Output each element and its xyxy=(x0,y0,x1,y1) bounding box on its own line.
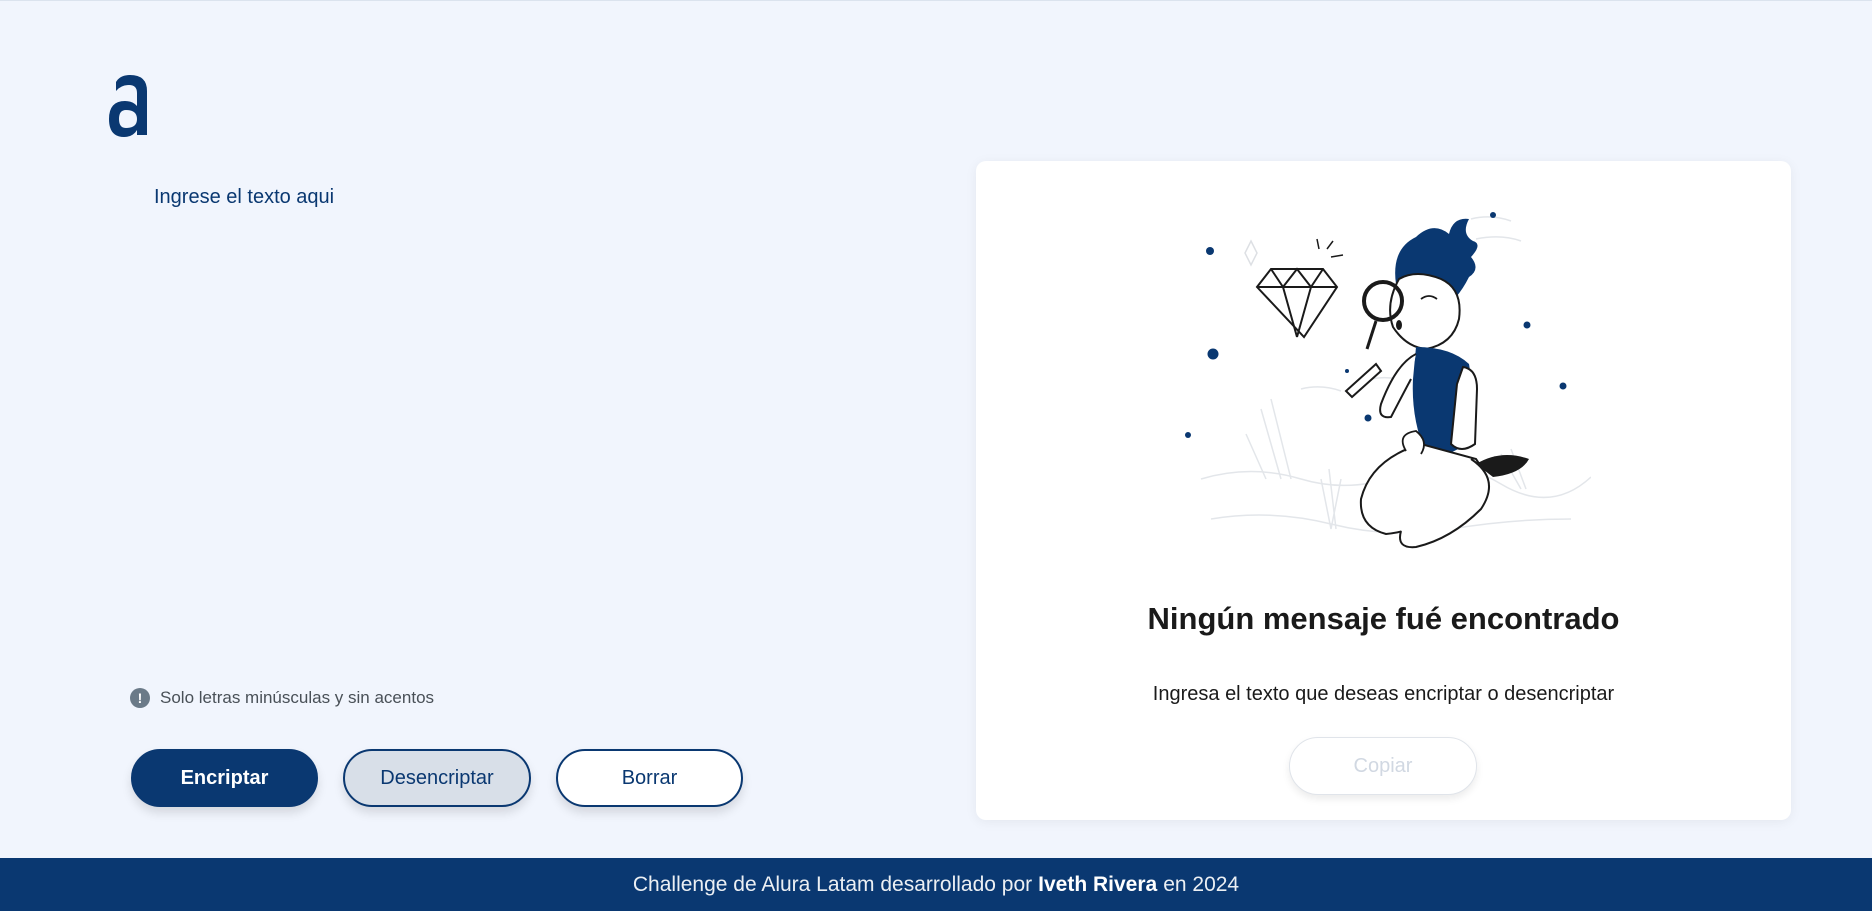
footer-suffix: en 2024 xyxy=(1163,872,1240,896)
footer-author: Iveth Rivera xyxy=(1038,872,1158,896)
hint-text: Solo letras minúsculas y sin acentos xyxy=(160,688,435,707)
exclamation-circle-icon: ! xyxy=(130,688,150,708)
no-message-title: Ningún mensaje fué encontrado xyxy=(1147,601,1620,636)
message-input[interactable] xyxy=(154,186,914,646)
footer: Challenge de Alura Latam desarrollado po… xyxy=(0,858,1872,911)
no-message-subtitle: Ingresa el texto que deseas encriptar o … xyxy=(1152,683,1615,705)
person-with-magnifying-glass-icon xyxy=(1185,212,1591,549)
decrypt-button[interactable]: Desencriptar xyxy=(343,749,531,807)
input-hint: ! Solo letras minúsculas y sin acentos xyxy=(130,688,434,708)
clear-button[interactable]: Borrar xyxy=(556,749,743,807)
encrypt-button[interactable]: Encriptar xyxy=(131,749,318,807)
footer-prefix: Challenge de Alura Latam desarrollado po… xyxy=(632,872,1033,896)
copy-button[interactable]: Copiar xyxy=(1289,737,1477,795)
alura-logo-icon xyxy=(109,75,147,137)
top-divider xyxy=(0,0,1872,1)
output-card: Ningún mensaje fué encontrado Ingresa el… xyxy=(976,161,1791,820)
